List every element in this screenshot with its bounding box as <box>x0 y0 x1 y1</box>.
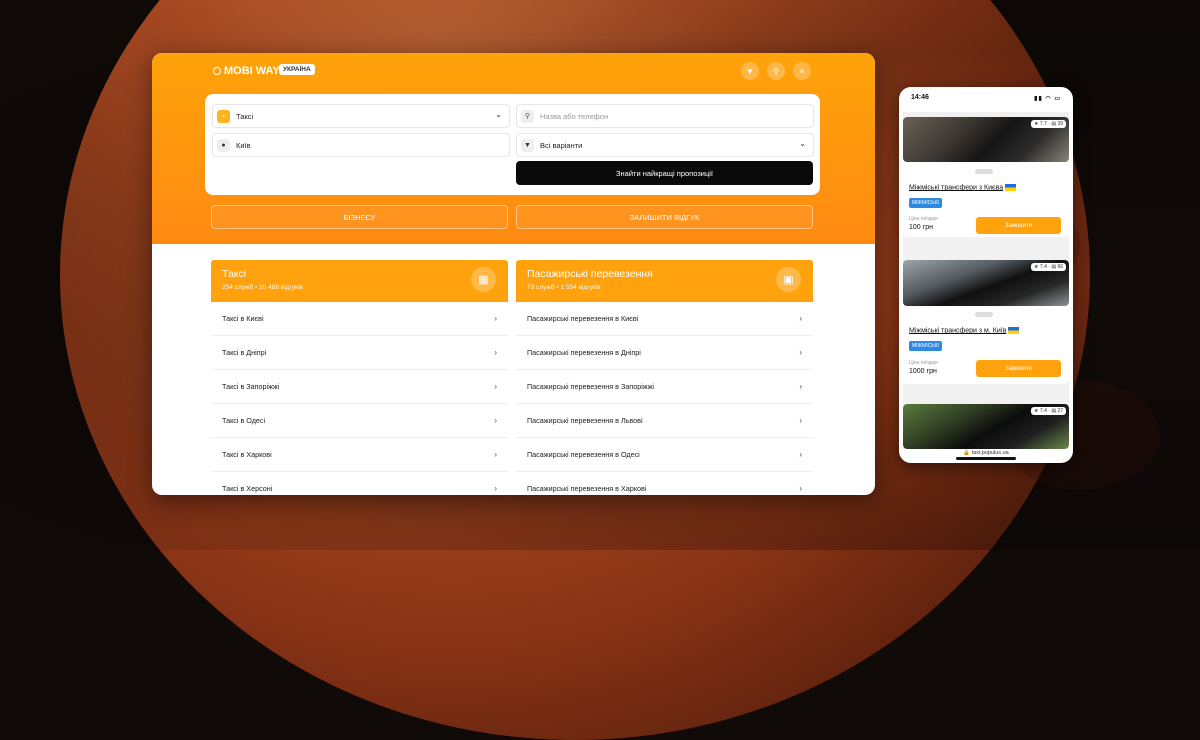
category-tag: МІЖМІСЬКІ <box>909 198 942 208</box>
chevron-right-icon: › <box>494 416 497 425</box>
list-item[interactable]: Пасажирські перевезення в Запоріжжі › <box>516 370 813 404</box>
chevron-right-icon: › <box>494 450 497 459</box>
list-item[interactable]: Таксі в Херсоні › <box>211 472 508 495</box>
offer-card[interactable]: ★ 7.4 · ▤ 66 Міжміські трансфери з м. Ки… <box>903 260 1069 384</box>
list-item[interactable]: Пасажирські перевезення в Одесі › <box>516 438 813 472</box>
column-title: Пасажирські перевезення <box>527 268 653 280</box>
rating-badge: ★ 7.4 · ▤ 66 <box>1031 263 1066 271</box>
list-item[interactable]: Пасажирські перевезення в Харкові › <box>516 472 813 495</box>
rating-badge: ★ 7.7 · ▤ 39 <box>1031 120 1066 128</box>
location-pin-icon: ● <box>217 138 230 152</box>
variants-select[interactable]: ▼ Всі варіанти ⌄ <box>516 133 814 157</box>
filter-icon: ▼ <box>521 138 534 152</box>
service-value: Таксі <box>236 111 254 121</box>
phone-mockup: 14:46 ▮▮ ◠ ▭ ★ 7.7 · ▤ 39 Міжміські тран… <box>899 87 1073 463</box>
list-item[interactable]: Пасажирські перевезення в Києві › <box>516 302 813 336</box>
signal-battery-icon: ▮▮ ◠ ▭ <box>1034 96 1061 102</box>
logo[interactable]: MOBI WAY <box>213 65 280 77</box>
name-phone-placeholder: Назва або телефон <box>540 111 609 121</box>
chevron-right-icon: › <box>799 416 802 425</box>
passenger-column: Пасажирські перевезення 73 служб • 1 554… <box>516 260 813 495</box>
offer-title[interactable]: Міжміські трансфери з м. Київ <box>909 327 1020 334</box>
bus-icon: ▣ <box>776 267 801 292</box>
list-item[interactable]: Пасажирські перевезення в Дніпрі › <box>516 336 813 370</box>
chevron-right-icon: › <box>799 450 802 459</box>
taxi-column: Таксі 254 служб • 20 488 відгуків ▦ Такс… <box>211 260 508 495</box>
column-stats: 254 служб • 20 488 відгуків <box>222 284 303 291</box>
list-item[interactable]: Таксі в Києві › <box>211 302 508 336</box>
ukraine-flag-icon <box>1005 184 1017 191</box>
find-offers-button[interactable]: Знайти найкращі пропозиції <box>516 161 813 185</box>
chevron-right-icon: › <box>494 314 497 323</box>
order-button[interactable]: Замовити <box>976 360 1061 377</box>
chevron-down-icon: ⌄ <box>799 139 806 148</box>
city-value: Київ <box>236 140 251 150</box>
column-title: Таксі <box>222 268 247 280</box>
country-badge[interactable]: УКРАЇНА <box>279 64 315 75</box>
chevron-right-icon: › <box>494 348 497 357</box>
list-item[interactable]: Пасажирські перевезення в Львові › <box>516 404 813 438</box>
ukraine-flag-icon <box>1008 327 1020 334</box>
logo-icon <box>213 67 221 75</box>
status-time: 14:46 <box>911 94 929 101</box>
passenger-column-header[interactable]: Пасажирські перевезення 73 служб • 1 554… <box>516 260 813 302</box>
search-card: ▪ Таксі ⌄ ⚲ Назва або телефон ● Київ ▼ В… <box>205 94 820 195</box>
chevron-right-icon: › <box>799 484 802 493</box>
home-indicator[interactable] <box>956 457 1016 460</box>
desktop-window: MOBI WAY УКРАЇНА ▼ ⚲ ≡ ▪ Таксі ⌄ ⚲ Назва… <box>152 53 875 495</box>
chevron-down-icon: ⌄ <box>495 110 502 119</box>
city-input[interactable]: ● Київ <box>212 133 510 157</box>
carousel-dots[interactable] <box>975 312 993 317</box>
filter-icon[interactable]: ▼ <box>741 62 759 80</box>
category-tag: МІЖМІСЬКІ <box>909 341 942 351</box>
list-item[interactable]: Таксі в Дніпрі › <box>211 336 508 370</box>
carousel-dots[interactable] <box>975 169 993 174</box>
chevron-right-icon: › <box>799 314 802 323</box>
variants-value: Всі варіанти <box>540 140 583 150</box>
menu-icon[interactable]: ≡ <box>793 62 811 80</box>
offer-title[interactable]: Міжміські трансфери з Києва <box>909 184 1017 191</box>
status-bar: 14:46 ▮▮ ◠ ▭ <box>899 87 1073 112</box>
order-button[interactable]: Замовити <box>976 217 1061 234</box>
browser-url[interactable]: 🔒 taxi.populus.ua <box>899 450 1073 456</box>
price: 1000 грн <box>909 368 937 375</box>
list-item[interactable]: Таксі в Запоріжжі › <box>211 370 508 404</box>
taxi-icon: ▦ <box>471 267 496 292</box>
chevron-right-icon: › <box>799 348 802 357</box>
logo-text: MOBI WAY <box>224 65 280 77</box>
chevron-right-icon: › <box>799 382 802 391</box>
taxi-column-header[interactable]: Таксі 254 служб • 20 488 відгуків ▦ <box>211 260 508 302</box>
search-icon[interactable]: ⚲ <box>767 62 785 80</box>
search-icon: ⚲ <box>521 109 534 123</box>
list-item[interactable]: Таксі в Одесі › <box>211 404 508 438</box>
hero-header: MOBI WAY УКРАЇНА ▼ ⚲ ≡ ▪ Таксі ⌄ ⚲ Назва… <box>152 53 875 244</box>
price: 100 грн <box>909 224 933 231</box>
service-select[interactable]: ▪ Таксі ⌄ <box>212 104 510 128</box>
phone-content: ★ 7.7 · ▤ 39 Міжміські трансфери з Києва… <box>903 112 1069 449</box>
offer-card[interactable]: ★ 7.4 · ▤ 27 <box>903 404 1069 449</box>
chevron-right-icon: › <box>494 484 497 493</box>
name-phone-input[interactable]: ⚲ Назва або телефон <box>516 104 814 128</box>
offer-card[interactable]: ★ 7.7 · ▤ 39 Міжміські трансфери з Києва… <box>903 117 1069 237</box>
taxi-icon: ▪ <box>217 109 230 123</box>
price-label: Ціна поїздки <box>909 360 938 366</box>
chevron-right-icon: › <box>494 382 497 391</box>
list-item[interactable]: Таксі в Харкові › <box>211 438 508 472</box>
rating-badge: ★ 7.4 · ▤ 27 <box>1031 407 1066 415</box>
column-stats: 73 служб • 1 554 відгуків <box>527 284 601 291</box>
business-button[interactable]: БІЗНЕСУ <box>211 205 508 229</box>
price-label: Ціна поїздки <box>909 216 938 222</box>
leave-feedback-button[interactable]: ЗАЛИШИТИ ВІДГУК <box>516 205 813 229</box>
